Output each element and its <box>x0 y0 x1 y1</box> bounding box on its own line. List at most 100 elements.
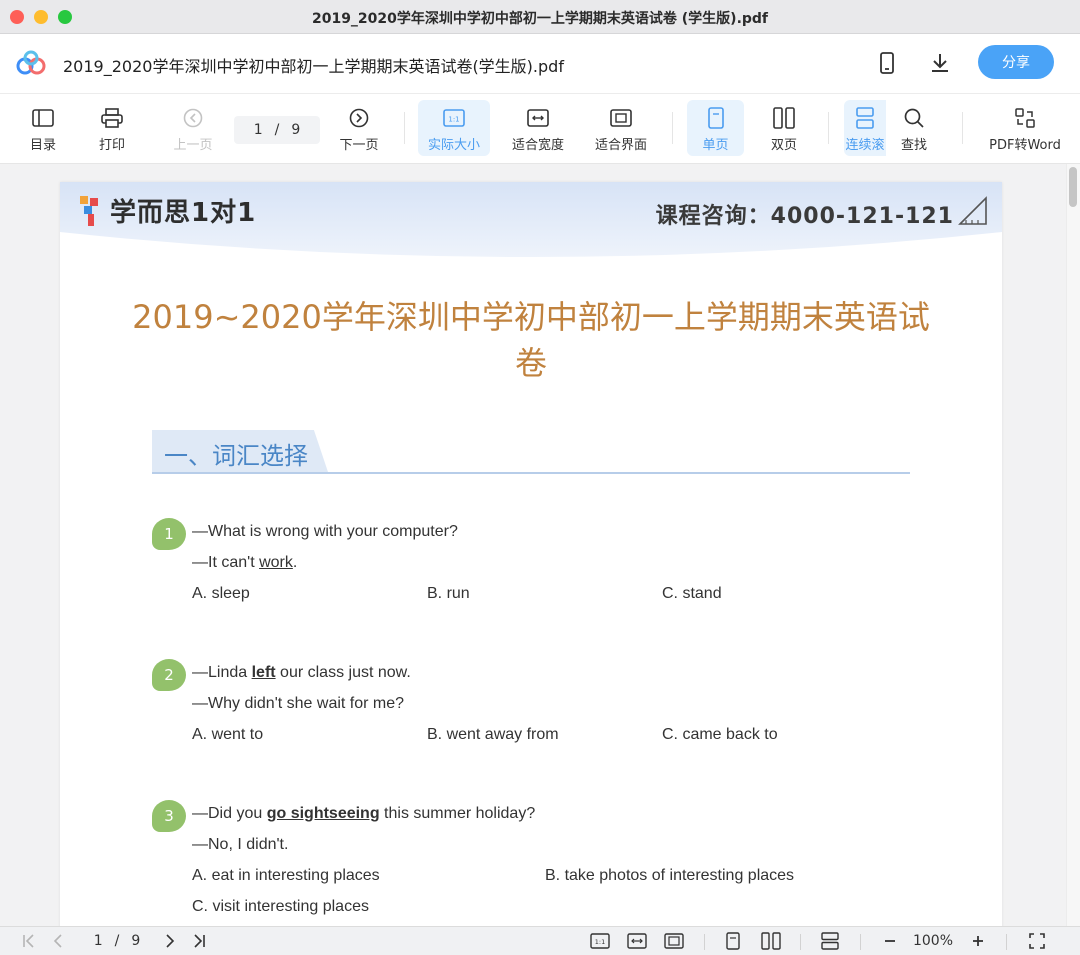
question-number-badge: 1 <box>152 518 186 550</box>
brand: 学而思1对1 <box>78 192 256 229</box>
single-page-icon <box>704 106 728 130</box>
double-page-icon <box>772 106 796 130</box>
search-label: 查找 <box>900 138 927 153</box>
title-bar: 2019_2020学年深圳中学初中部初一上学期期末英语试卷 (学生版).pdf <box>0 0 1080 34</box>
next-page-status-button[interactable] <box>160 931 180 951</box>
option-a: A. went to <box>192 726 264 743</box>
toolbar-divider <box>672 112 673 144</box>
option-c: C. came back to <box>662 726 778 743</box>
question-line: —Did you go sightseeing this summer holi… <box>192 805 536 822</box>
fit-page-label: 适合界面 <box>594 138 647 153</box>
scrollbar-thumb[interactable] <box>1069 167 1077 207</box>
single-page-label: 单页 <box>702 138 729 153</box>
toolbar-divider <box>828 112 829 144</box>
toolbar: 目录 打印 上一页 1 / 9 下一页 1:1 实际大小 适合宽度 适合界面 单… <box>0 94 1080 164</box>
actual-size-label: 实际大小 <box>427 138 480 153</box>
svg-text:1:1: 1:1 <box>448 116 459 124</box>
prev-page-label: 上一页 <box>173 138 213 153</box>
option-c: C. visit interesting places <box>192 898 369 915</box>
option-b: B. run <box>427 585 470 602</box>
question-number-badge: 3 <box>152 800 186 832</box>
zoom-in-button[interactable] <box>968 931 988 951</box>
status-divider <box>1006 934 1007 950</box>
page-number-input[interactable]: 1 / 9 <box>234 116 320 144</box>
current-page: 1 <box>253 122 263 138</box>
svg-text:1:1: 1:1 <box>595 938 605 946</box>
fit-page-button[interactable]: 适合界面 <box>588 100 654 156</box>
fit-width-icon <box>627 933 647 949</box>
fit-page-icon <box>664 933 684 949</box>
toolbar-divider <box>962 112 963 144</box>
continuous-scroll-button[interactable]: 连续滚 <box>844 100 886 156</box>
convert-icon <box>1013 106 1037 130</box>
single-page-icon <box>726 932 740 950</box>
continuous-scroll-label: 连续滚 <box>845 138 885 153</box>
hotline-text: 课程咨询：4000-121-121 <box>655 204 954 229</box>
pdf-page: 学而思1对1 课程咨询：4000-121-121 2019~2020学年深圳中学… <box>60 182 1002 926</box>
status-total-pages: 9 <box>131 933 141 949</box>
toolbar-divider <box>404 112 405 144</box>
status-bar: 1 / 9 1:1 100% <box>0 926 1080 955</box>
fullscreen-icon <box>1029 933 1045 949</box>
toc-button[interactable]: 目录 <box>20 100 66 156</box>
next-page-button[interactable]: 下一页 <box>334 100 384 156</box>
pdf-to-word-button[interactable]: PDF转Word <box>982 100 1068 156</box>
zoom-out-button[interactable] <box>880 931 900 951</box>
prev-page-button[interactable]: 上一页 <box>168 100 218 156</box>
document-name: 2019_2020学年深圳中学初中部初一上学期期末英语试卷(学生版).pdf <box>63 57 564 76</box>
fit-width-status-button[interactable] <box>626 931 648 951</box>
actual-size-icon: 1:1 <box>590 933 610 949</box>
baidu-netdisk-logo-icon <box>16 50 46 75</box>
zoom-level[interactable]: 100% <box>908 931 958 951</box>
option-b: B. take photos of interesting places <box>545 867 795 884</box>
pdf-to-word-label: PDF转Word <box>989 138 1061 153</box>
option-a: A. sleep <box>192 585 250 602</box>
actual-size-button[interactable]: 1:1 实际大小 <box>418 100 490 156</box>
continuous-scroll-status-button[interactable] <box>819 931 841 951</box>
page-separator: / <box>274 122 280 138</box>
chevron-left-icon <box>53 934 62 948</box>
vertical-scrollbar[interactable] <box>1066 164 1080 926</box>
fit-width-button[interactable]: 适合宽度 <box>505 100 571 156</box>
xueersi-logo-icon <box>80 195 98 226</box>
fit-page-icon <box>609 106 633 130</box>
actual-size-status-button[interactable]: 1:1 <box>589 931 611 951</box>
question-line: —What is wrong with your computer? <box>192 523 458 540</box>
double-page-button[interactable]: 双页 <box>758 100 810 156</box>
download-icon[interactable] <box>927 50 953 76</box>
single-page-button[interactable]: 单页 <box>687 100 744 156</box>
share-button[interactable]: 分享 <box>978 45 1054 79</box>
double-page-icon <box>761 932 781 950</box>
phone-view-icon[interactable] <box>874 50 900 76</box>
option-a: A. eat in interesting places <box>192 867 380 884</box>
first-page-button[interactable] <box>18 931 40 951</box>
fit-width-label: 适合宽度 <box>511 138 564 153</box>
chevron-right-icon <box>166 934 175 948</box>
option-c: C. stand <box>662 585 722 602</box>
question-line: —Why didn't she wait for me? <box>192 695 405 712</box>
search-icon <box>902 106 926 130</box>
single-page-status-button[interactable] <box>722 931 744 951</box>
continuous-scroll-icon <box>853 106 877 130</box>
double-page-status-button[interactable] <box>760 931 782 951</box>
ruler-icon <box>958 196 987 225</box>
fit-page-status-button[interactable] <box>663 931 685 951</box>
search-button[interactable]: 查找 <box>888 100 940 156</box>
last-page-button[interactable] <box>188 931 210 951</box>
option-b: B. went away from <box>427 726 559 743</box>
print-button[interactable]: 打印 <box>90 100 134 156</box>
document-viewer[interactable]: 学而思1对1 课程咨询：4000-121-121 2019~2020学年深圳中学… <box>0 164 1080 926</box>
prev-circle-icon <box>181 106 205 130</box>
fullscreen-button[interactable] <box>1026 931 1048 951</box>
app-header: 2019_2020学年深圳中学初中部初一上学期期末英语试卷(学生版).pdf 分… <box>0 34 1080 94</box>
total-pages: 9 <box>291 122 301 138</box>
document-title: 2019~2020学年深圳中学初中部初一上学期期末英语试卷 <box>132 298 930 382</box>
status-page-indicator[interactable]: 1 / 9 <box>80 931 154 951</box>
prev-page-status-button[interactable] <box>48 931 68 951</box>
next-circle-icon <box>347 106 371 130</box>
pdf-viewer-window: 2019_2020学年深圳中学初中部初一上学期期末英语试卷 (学生版).pdf … <box>0 0 1080 955</box>
question-line: —No, I didn't. <box>192 836 289 853</box>
next-page-label: 下一页 <box>339 138 379 153</box>
status-page-separator: / <box>114 933 120 949</box>
question-line: —Linda left our class just now. <box>192 664 411 681</box>
